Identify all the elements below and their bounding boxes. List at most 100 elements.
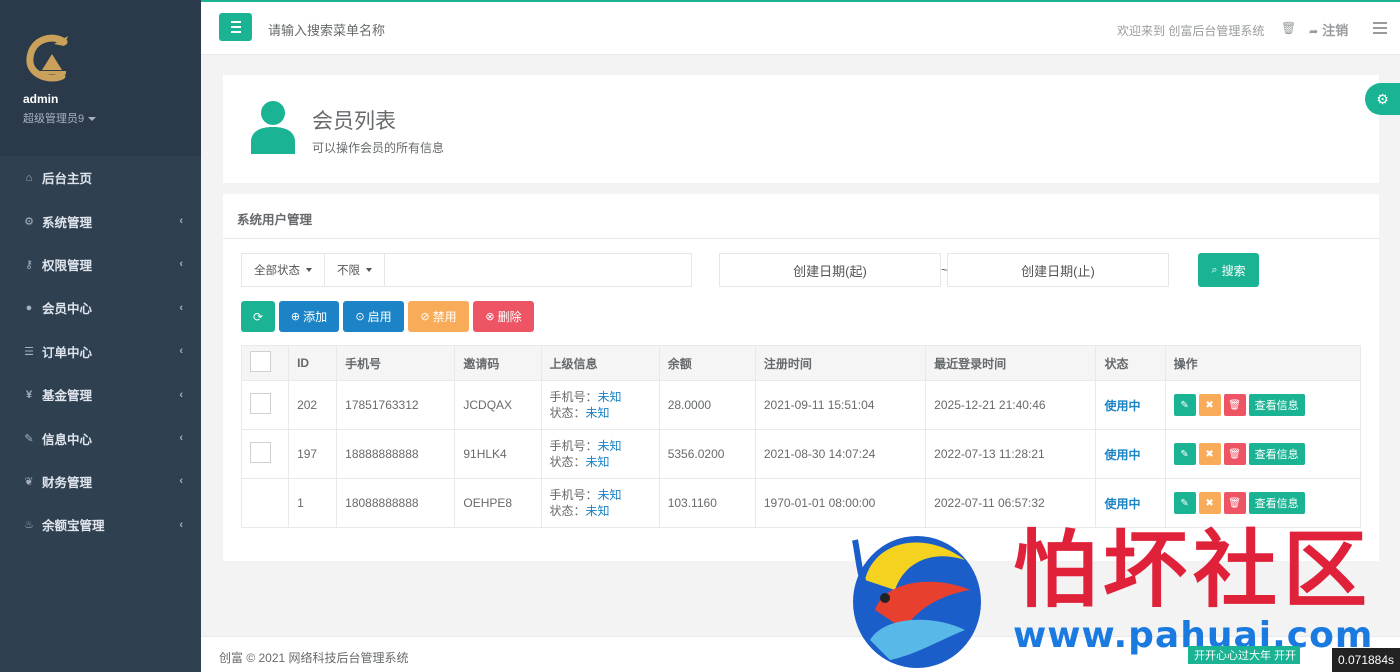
theme-settings-button[interactable]: ⚙ [1365, 83, 1400, 115]
column-header-8: 状态 [1095, 345, 1166, 381]
logout-button[interactable]: ➦ 注销 [1309, 20, 1348, 39]
cell-actions: ✎ ✖ 🗑 查看信息 [1164, 380, 1362, 430]
limit-filter-dropdown[interactable]: 不限 [325, 254, 385, 286]
sidebar-item-label: 系统管理 [42, 215, 93, 230]
sidebar: admin 超级管理员9 ⌂ 后台主页 ⚙ 系统管理 ‹ ⚷ 权限管理 ‹ ● 会员中心 ‹ ☰ 订单中… [0, 0, 201, 672]
cogs-icon: ⚙ [1376, 90, 1389, 107]
sup-phone-label: 手机号： [549, 488, 598, 502]
user-role-dropdown[interactable]: 超级管理员9 [23, 110, 97, 126]
sup-phone-label: 手机号： [549, 390, 598, 404]
sidebar-item-label: 财务管理 [42, 475, 93, 490]
edit-button[interactable]: ✎ [1173, 394, 1196, 416]
edit-button[interactable]: ✎ [1173, 443, 1196, 465]
disable-row-button[interactable]: ✖ [1198, 443, 1221, 465]
status-badge: 使用中 [1104, 398, 1141, 413]
disable-button[interactable]: ⊘ 禁用 [408, 301, 469, 332]
date-end-input[interactable]: 创建日期(止) [947, 253, 1169, 287]
sidebar-item-label: 后台主页 [42, 172, 93, 187]
sidebar-item-4[interactable]: ☰ 订单中心 ‹ [0, 330, 201, 373]
status-filter-label: 全部状态 [254, 265, 300, 277]
date-range: 创建日期(起) ~ 创建日期(止) [719, 253, 1169, 287]
menu-search-input[interactable]: 请输入搜索菜单名称 [268, 20, 385, 39]
keyword-input[interactable] [385, 254, 691, 286]
cell-balance: 103.1160 [658, 478, 756, 528]
page-subtitle: 可以操作会员的所有信息 [312, 141, 445, 155]
user-avatar-icon [251, 101, 295, 154]
welcome-text: 欢迎来到 创富后台管理系统 [1117, 24, 1265, 38]
topbar: 请输入搜索菜单名称 欢迎来到 创富后台管理系统 🗑 ➦ 注销 [201, 0, 1400, 55]
watermark-fish-logo [852, 536, 981, 668]
copyright-text: 创富 © 2021 网络科技后台管理系统 [219, 651, 409, 665]
row-select-cell [240, 429, 290, 479]
cell-invite-code: 91HLK4 [454, 429, 542, 479]
chevron-left-icon: ‹ [179, 345, 183, 358]
user-role-label: 超级管理员9 [23, 113, 85, 125]
trash-icon[interactable]: 🗑 [1281, 21, 1296, 35]
sidebar-item-6[interactable]: ✎ 信息中心 ‹ [0, 416, 201, 459]
watermark: 怕坏社区 www.pahuai.com [845, 520, 1400, 672]
sup-status-value: 未知 [585, 504, 610, 518]
sidebar-item-2[interactable]: ⚷ 权限管理 ‹ [0, 243, 201, 286]
column-header-2: 手机号 [336, 345, 456, 381]
sidebar-item-3[interactable]: ● 会员中心 ‹ [0, 286, 201, 329]
view-info-button[interactable]: 查看信息 [1248, 394, 1305, 416]
disable-row-button[interactable]: ✖ [1198, 492, 1221, 514]
delete-row-button[interactable]: 🗑 [1223, 492, 1246, 514]
limit-filter-label: 不限 [337, 265, 360, 277]
view-info-button[interactable]: 查看信息 [1248, 443, 1305, 465]
delete-button[interactable]: ⊗ 删除 [473, 301, 534, 332]
view-info-button[interactable]: 查看信息 [1248, 492, 1305, 514]
sidebar-item-1[interactable]: ⚙ 系统管理 ‹ [0, 199, 201, 242]
cell-status: 使用中 [1095, 380, 1166, 430]
sidebar-item-0[interactable]: ⌂ 后台主页 [0, 156, 201, 199]
times-circle-icon: ⊗ [485, 311, 495, 323]
row-checkbox[interactable] [250, 393, 271, 414]
wrench-icon: ✎ [24, 432, 34, 445]
search-button[interactable]: ⌕ 搜索 [1198, 253, 1259, 287]
cell-id: 202 [288, 380, 338, 430]
refresh-button[interactable]: ⟳ [241, 301, 275, 332]
status-filter-dropdown[interactable]: 全部状态 [242, 254, 325, 286]
list-icon: ☰ [24, 345, 34, 358]
edit-button[interactable]: ✎ [1173, 492, 1196, 514]
chevron-left-icon: ‹ [179, 518, 183, 531]
trash-icon: 🗑 [1228, 399, 1241, 411]
delete-row-button[interactable]: 🗑 [1223, 443, 1246, 465]
filter-group: 全部状态 不限 [241, 253, 692, 287]
plus-circle-icon: ⊕ [290, 311, 301, 323]
tabs-menu-icon[interactable] [1373, 22, 1387, 34]
sup-status-label: 状态： [549, 504, 586, 518]
sup-phone-value: 未知 [597, 439, 622, 453]
column-header-6: 注册时间 [754, 345, 927, 381]
column-header-1: ID [288, 345, 338, 381]
menu-toggle-button[interactable] [219, 13, 252, 41]
disable-row-button[interactable]: ✖ [1198, 394, 1221, 416]
sidebar-item-8[interactable]: ♨ 余额宝管理 ‹ [0, 503, 201, 546]
caret-down-icon [88, 117, 97, 122]
sidebar-item-5[interactable]: ¥ 基金管理 ‹ [0, 373, 201, 416]
cell-last-login: 2022-07-13 11:28:21 [925, 429, 1097, 479]
key-icon: ⚷ [24, 258, 34, 271]
add-label: 添加 [303, 310, 328, 324]
column-header-0[interactable] [240, 345, 290, 381]
date-start-input[interactable]: 创建日期(起) [719, 253, 941, 287]
sup-status-value: 未知 [585, 406, 610, 420]
cell-invite-code: JCDQAX [454, 380, 542, 430]
row-select-cell [240, 380, 290, 430]
delete-row-button[interactable]: 🗑 [1223, 394, 1246, 416]
add-button[interactable]: ⊕ 添加 [279, 301, 339, 332]
cell-actions: ✎ ✖ 🗑 查看信息 [1164, 429, 1362, 479]
ban-icon: ⊘ [420, 311, 430, 323]
row-checkbox[interactable] [250, 442, 271, 463]
caret-down-icon [306, 268, 312, 272]
row-select-cell [240, 478, 290, 528]
trash-icon: 🗑 [1228, 448, 1241, 460]
user-name: admin [23, 92, 59, 106]
sidebar-item-7[interactable]: ❦ 财务管理 ‹ [0, 460, 201, 503]
chevron-left-icon: ‹ [179, 258, 183, 271]
search-icon: ⌕ [1211, 263, 1218, 276]
select-all-checkbox[interactable] [250, 351, 271, 372]
sup-status-value: 未知 [585, 455, 610, 469]
enable-button[interactable]: ⊙ 启用 [343, 301, 404, 332]
search-button-label: 搜索 [1221, 263, 1246, 278]
